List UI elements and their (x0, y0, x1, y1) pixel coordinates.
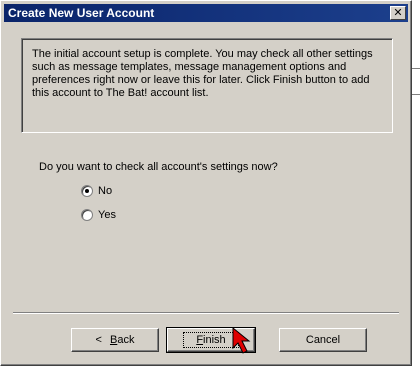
button-separator (13, 312, 399, 314)
window-title: Create New User Account (8, 6, 155, 20)
background-window-edge (412, 94, 420, 95)
cancel-button[interactable]: Cancel (279, 328, 367, 352)
finish-label-rest: inish (203, 334, 226, 346)
back-label-rest: ack (117, 334, 135, 346)
back-arrow: < (95, 334, 102, 346)
close-icon: ✕ (393, 6, 403, 19)
radio-no-label: No (98, 185, 113, 197)
question-label: Do you want to check all account's setti… (39, 161, 278, 173)
info-text: The initial account setup is complete. Y… (32, 48, 373, 99)
background-window-edge (412, 68, 420, 69)
close-button[interactable]: ✕ (390, 6, 406, 20)
create-account-dialog: Create New User Account ✕ The initial ac… (0, 0, 412, 366)
radio-option-no[interactable]: No (81, 185, 112, 197)
back-button[interactable]: < Back (71, 328, 159, 352)
radio-no-icon[interactable] (81, 185, 93, 197)
mouse-cursor-icon (232, 326, 251, 354)
back-accesskey: B (109, 334, 118, 346)
title-bar: Create New User Account ✕ (4, 4, 408, 22)
radio-yes-icon[interactable] (81, 209, 93, 221)
radio-option-yes[interactable]: Yes (81, 209, 116, 221)
info-panel: The initial account setup is complete. Y… (21, 38, 393, 133)
radio-yes-label: Yes (98, 209, 116, 221)
